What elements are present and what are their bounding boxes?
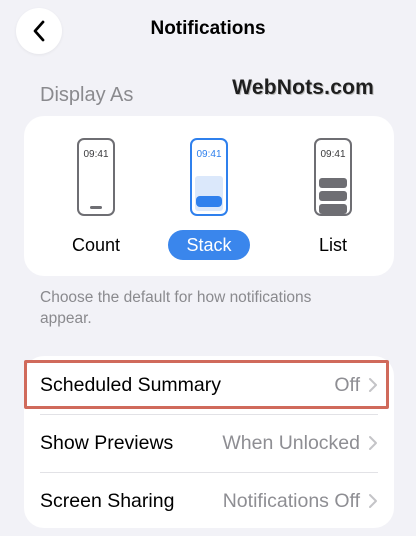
row-show-previews[interactable]: Show Previews When Unlocked xyxy=(24,414,394,472)
option-label-list: List xyxy=(318,235,347,255)
option-label-count: Count xyxy=(71,235,121,255)
chevron-right-icon xyxy=(369,436,377,450)
row-label: Screen Sharing xyxy=(40,489,175,512)
page-title: Notifications xyxy=(150,18,266,39)
phone-count-icon: 09:41 xyxy=(77,138,115,216)
phone-list-icon: 09:41 xyxy=(314,138,352,216)
list-bar xyxy=(319,178,347,188)
home-indicator xyxy=(90,206,102,209)
phone-time: 09:41 xyxy=(196,149,222,160)
display-as-footer: Choose the default for how notifications… xyxy=(40,289,312,327)
chevron-right-icon xyxy=(369,378,377,392)
row-label: Scheduled Summary xyxy=(40,373,222,396)
row-label: Show Previews xyxy=(40,431,174,454)
phone-time: 09:41 xyxy=(83,149,109,160)
row-screen-sharing[interactable]: Screen Sharing Notifications Off xyxy=(24,472,394,530)
option-label-stack: Stack xyxy=(168,230,250,260)
row-value: Off xyxy=(334,373,360,396)
list-bar xyxy=(319,204,347,214)
section-title-display-as: Display As xyxy=(40,84,134,106)
chevron-right-icon xyxy=(369,494,377,508)
row-scheduled-summary[interactable]: Scheduled Summary Off xyxy=(24,356,394,414)
stack-card xyxy=(196,196,222,207)
display-option-list[interactable]: 09:41 List xyxy=(296,138,370,260)
list-bar xyxy=(319,191,347,201)
display-as-card: 09:41 Count 09:41 Stack 09:41 List xyxy=(24,116,394,276)
row-value: When Unlocked xyxy=(222,431,360,454)
display-option-stack[interactable]: 09:41 Stack xyxy=(168,138,250,260)
row-value: Notifications Off xyxy=(222,489,360,512)
settings-list: Scheduled Summary Off Show Previews When… xyxy=(24,356,394,528)
phone-stack-icon: 09:41 xyxy=(190,138,228,216)
display-option-count[interactable]: 09:41 Count xyxy=(56,138,136,260)
phone-time: 09:41 xyxy=(320,149,346,160)
watermark: WebNots.com xyxy=(232,76,374,99)
